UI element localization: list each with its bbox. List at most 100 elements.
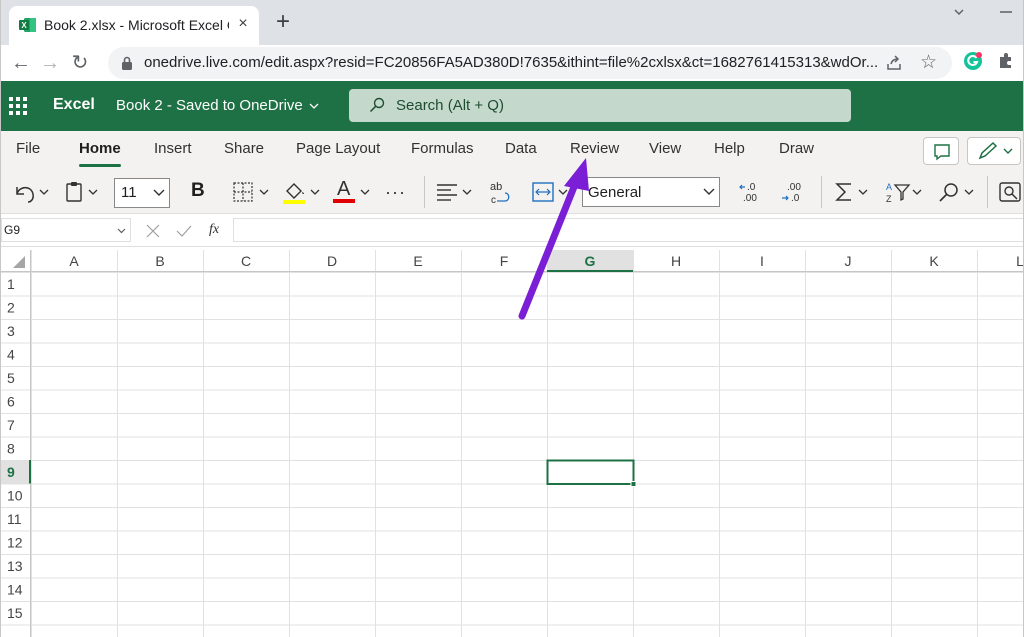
row-header-11[interactable]: 11: [7, 511, 22, 527]
tab-search-chevron-icon[interactable]: [949, 2, 969, 22]
window-minimize-icon[interactable]: [996, 4, 1016, 20]
svg-text:.00: .00: [787, 182, 801, 193]
new-tab-button[interactable]: +: [271, 10, 295, 34]
spreadsheet-grid[interactable]: A B C D E F G H I J K L123456789101112131415: [1, 250, 1024, 637]
confirm-entry-icon[interactable]: [175, 223, 193, 239]
undo-icon[interactable]: [9, 177, 51, 207]
row-header-5[interactable]: 5: [7, 370, 15, 386]
name-box[interactable]: G9: [1, 218, 131, 242]
svg-text:Z: Z: [886, 194, 892, 204]
lock-icon[interactable]: [120, 55, 134, 71]
tab-review[interactable]: Review: [570, 140, 619, 157]
fill-handle[interactable]: [630, 481, 637, 487]
reload-button[interactable]: ↻: [68, 51, 92, 75]
borders-icon[interactable]: [229, 177, 273, 207]
cancel-entry-icon[interactable]: [145, 223, 161, 239]
grammarly-extension-icon[interactable]: [963, 51, 983, 71]
tab-view[interactable]: View: [649, 140, 681, 157]
find-icon[interactable]: [935, 177, 979, 207]
row-header-1[interactable]: 1: [7, 276, 15, 292]
column-header-a[interactable]: A: [69, 253, 79, 269]
wrap-text-icon[interactable]: ab c: [485, 177, 515, 207]
row-header-3[interactable]: 3: [7, 323, 15, 339]
row-header-12[interactable]: 12: [7, 535, 23, 551]
column-header-i[interactable]: I: [760, 253, 764, 269]
address-bar[interactable]: onedrive.live.com/edit.aspx?resid=FC2085…: [108, 47, 952, 79]
svg-text:.00: .00: [743, 193, 757, 204]
column-header-g[interactable]: G: [585, 253, 596, 269]
row-header-4[interactable]: 4: [7, 347, 15, 363]
column-header-b[interactable]: B: [155, 253, 164, 269]
tab-file[interactable]: File: [16, 140, 40, 157]
font-size-value: 11: [121, 184, 137, 201]
decrease-decimal-icon[interactable]: .00 .0: [779, 177, 809, 207]
font-size-select[interactable]: 11: [114, 178, 170, 208]
row-header-6[interactable]: 6: [7, 394, 15, 410]
url-text[interactable]: onedrive.live.com/edit.aspx?resid=FC2085…: [144, 54, 884, 71]
chevron-down-icon: [117, 228, 126, 234]
row-header-10[interactable]: 10: [7, 488, 23, 504]
extensions-puzzle-icon[interactable]: [996, 51, 1016, 71]
column-header-e[interactable]: E: [413, 253, 422, 269]
more-options-button[interactable]: ···: [385, 182, 406, 203]
column-header-l[interactable]: L: [1016, 253, 1024, 269]
column-header-k[interactable]: K: [929, 253, 939, 269]
browser-tab-strip: X Book 2.xlsx - Microsoft Excel Onli × +: [1, 0, 1023, 45]
active-cell[interactable]: [546, 459, 635, 485]
font-color-button[interactable]: A: [331, 177, 375, 207]
document-title: Book 2 - Saved to OneDrive: [116, 97, 303, 114]
tab-title: Book 2.xlsx - Microsoft Excel Onli: [44, 17, 229, 33]
number-format-select[interactable]: General: [582, 177, 720, 207]
bold-button[interactable]: B: [191, 180, 205, 202]
forward-button[interactable]: →: [38, 51, 62, 75]
insert-function-button[interactable]: fx: [209, 222, 219, 238]
app-launcher-waffle-icon[interactable]: [9, 97, 27, 115]
tab-share[interactable]: Share: [224, 140, 264, 157]
share-icon[interactable]: [885, 54, 903, 72]
tab-draw[interactable]: Draw: [779, 140, 814, 157]
column-header-j[interactable]: J: [845, 253, 852, 269]
tab-data[interactable]: Data: [505, 140, 537, 157]
row-header-8[interactable]: 8: [7, 441, 15, 457]
row-header-9[interactable]: 9: [7, 464, 15, 480]
autosum-icon[interactable]: [831, 177, 875, 207]
tab-formulas[interactable]: Formulas: [411, 140, 474, 157]
editing-mode-button[interactable]: [967, 137, 1021, 165]
search-input[interactable]: Search (Alt + Q): [349, 89, 851, 122]
tab-insert[interactable]: Insert: [154, 140, 192, 157]
tab-close-icon[interactable]: ×: [234, 15, 252, 33]
row-header-7[interactable]: 7: [7, 417, 15, 433]
tab-home[interactable]: Home: [79, 140, 121, 157]
font-color-swatch: [333, 199, 355, 203]
sort-filter-icon[interactable]: A Z: [883, 177, 927, 207]
column-header-d[interactable]: D: [327, 253, 337, 269]
align-text-icon[interactable]: [433, 177, 477, 207]
row-header-14[interactable]: 14: [7, 582, 23, 598]
back-button[interactable]: ←: [9, 51, 33, 75]
column-header-f[interactable]: F: [500, 253, 509, 269]
column-header-c[interactable]: C: [241, 253, 251, 269]
row-header-2[interactable]: 2: [7, 300, 15, 316]
paste-clipboard-icon[interactable]: [61, 177, 103, 207]
name-box-value: G9: [4, 223, 21, 237]
search-placeholder: Search (Alt + Q): [396, 97, 504, 114]
svg-text:ab: ab: [490, 181, 502, 193]
excel-favicon-icon: X: [19, 18, 36, 32]
tab-help[interactable]: Help: [714, 140, 745, 157]
comments-button[interactable]: [923, 137, 959, 165]
row-header-15[interactable]: 15: [7, 605, 23, 621]
formula-input[interactable]: [233, 218, 1023, 242]
app-name[interactable]: Excel: [53, 96, 95, 114]
merge-center-icon[interactable]: [529, 177, 573, 207]
column-header-h[interactable]: H: [671, 253, 681, 269]
analyze-data-icon[interactable]: [997, 177, 1023, 207]
increase-decimal-icon[interactable]: .0 .00: [737, 177, 767, 207]
row-header-13[interactable]: 13: [7, 558, 23, 574]
number-format-value: General: [588, 184, 642, 201]
document-title-button[interactable]: Book 2 - Saved to OneDrive: [116, 97, 319, 114]
browser-tab[interactable]: X Book 2.xlsx - Microsoft Excel Onli ×: [9, 6, 259, 45]
tab-page-layout[interactable]: Page Layout: [296, 140, 380, 157]
bookmark-star-icon[interactable]: ☆: [920, 53, 940, 73]
fill-color-icon[interactable]: [281, 177, 325, 207]
comment-icon: [934, 144, 950, 161]
